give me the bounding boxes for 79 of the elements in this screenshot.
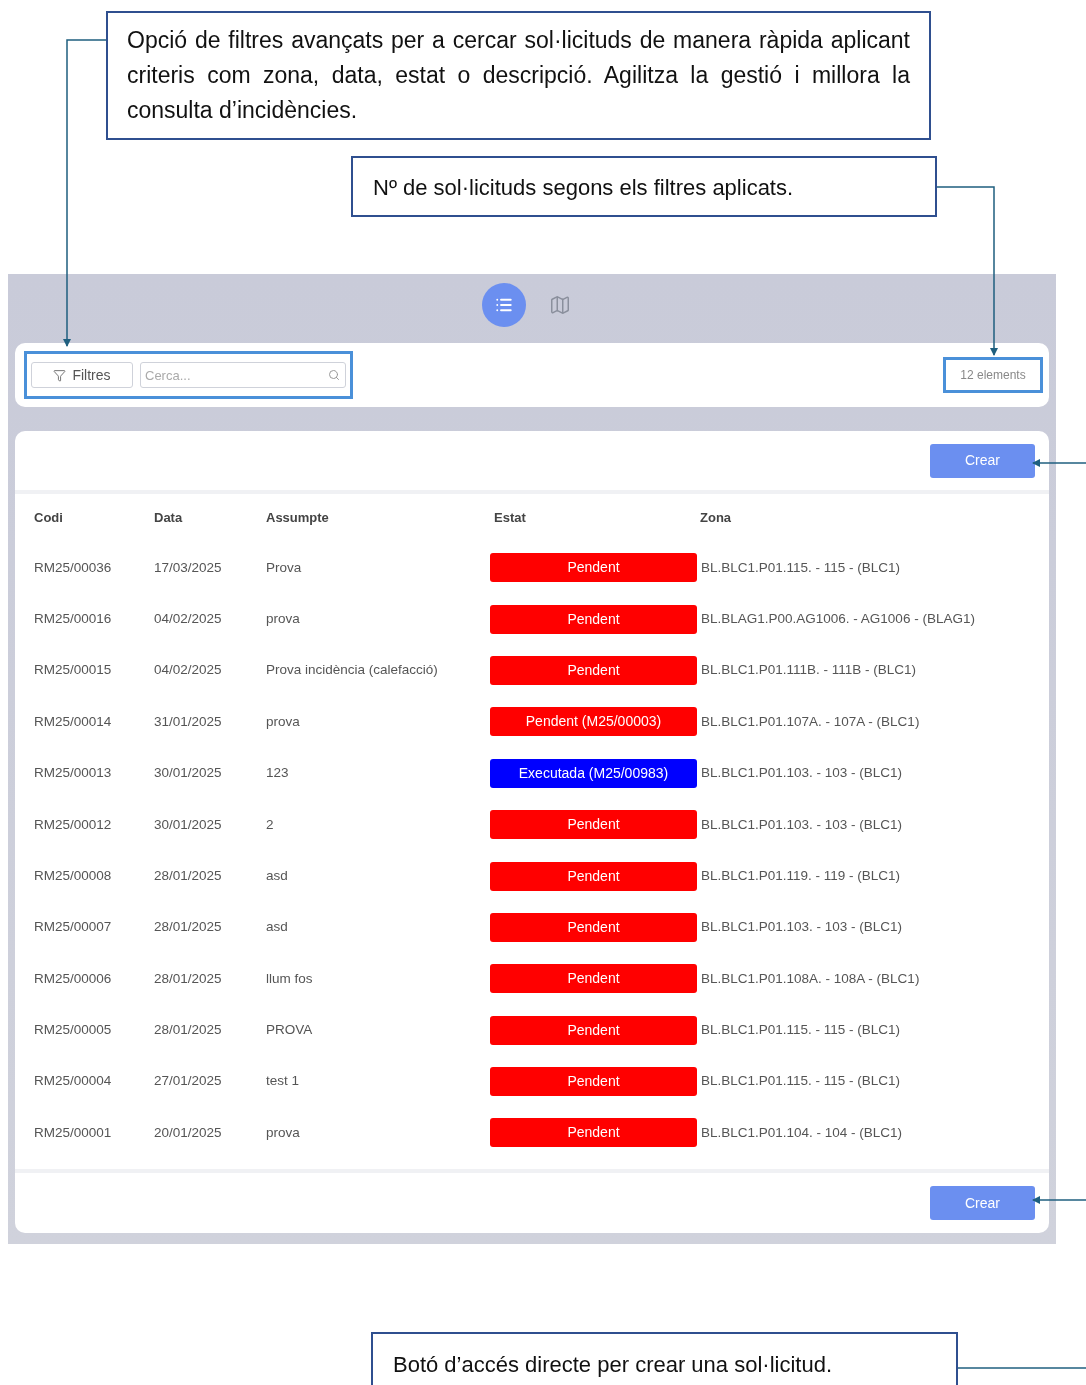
status-badge: Pendent	[490, 861, 697, 891]
table-cell-text: 30/01/2025	[154, 764, 223, 783]
list-view-button[interactable]	[482, 282, 526, 327]
table-cell-text: RM25/00012	[34, 815, 113, 834]
table-cell-text: BL.BLC1.P01.115. - 115 - (BLC1)	[700, 558, 902, 577]
table-cell-text: 04/02/2025	[154, 661, 223, 680]
column-header: Data	[154, 509, 184, 528]
table-cell-text: RM25/00015	[34, 661, 113, 680]
map-icon	[549, 293, 571, 316]
table-cell-text: RM25/00036	[34, 558, 113, 577]
table-cell-text: BL.BLC1.P01.115. - 115 - (BLC1)	[700, 1021, 902, 1040]
create-button[interactable]: Crear	[930, 1186, 1035, 1220]
table-cell-text: BL.BLC1.P01.103. - 103 - (BLC1)	[700, 918, 904, 937]
callout: Opció de filtres avançats per a cercar sol·licituds de manera ràpida aplicant criteris com zona, data, estat o descripció. Agilitza la gestió i millora la consulta d’incidències.	[106, 11, 931, 140]
status-badge: Pendent	[490, 1067, 697, 1097]
table-cell-text: BL.BLC1.P01.115. - 115 - (BLC1)	[700, 1072, 902, 1091]
table-cell-text: 27/01/2025	[154, 1072, 223, 1091]
table-cell-text: llum fos	[266, 969, 314, 988]
table-cell-text: BL.BLAG1.P00.AG1006. - AG1006 - (BLAG1)	[700, 609, 976, 628]
table-cell-text: 04/02/2025	[154, 609, 223, 628]
status-badge: Pendent	[490, 1015, 697, 1045]
table-cell-text: BL.BLC1.P01.103. - 103 - (BLC1)	[700, 764, 904, 783]
column-header: Codi	[34, 509, 64, 528]
search-field[interactable]: Cerca...	[140, 362, 346, 388]
table-cell-text: RM25/00016	[34, 609, 113, 628]
table-cell-text: RM25/00008	[34, 866, 113, 885]
table-cell-text: asd	[266, 866, 289, 885]
filters-button[interactable]: Filtres	[31, 362, 133, 388]
table-cell-text: 28/01/2025	[154, 969, 223, 988]
search-icon	[328, 369, 340, 381]
table-cell-text: Prova incidència (calefacció)	[266, 661, 439, 680]
table-cell-text: 31/01/2025	[154, 712, 223, 731]
create-button[interactable]: Crear	[930, 443, 1035, 478]
callout: Nº de sol·licituds segons els filtres aplicats.	[351, 156, 937, 217]
table-cell-text: BL.BLC1.P01.108A. - 108A - (BLC1)	[700, 969, 921, 988]
table-cell-text: RM25/00001	[34, 1123, 113, 1142]
column-header: Estat	[493, 509, 527, 528]
table-cell-text: RM25/00006	[34, 969, 113, 988]
table-cell-text: prova	[266, 712, 301, 731]
table-cell-text: RM25/00005	[34, 1021, 113, 1040]
table-cell-text: RM25/00007	[34, 918, 113, 937]
table-cell-text: BL.BLC1.P01.104. - 104 - (BLC1)	[700, 1123, 904, 1142]
status-badge: Pendent	[490, 655, 697, 685]
table-cell-text: 20/01/2025	[154, 1123, 223, 1142]
leader-line	[1032, 459, 1086, 467]
status-badge: Pendent	[490, 553, 697, 583]
table-cell-text: 28/01/2025	[154, 918, 223, 937]
table-cell-text: 28/01/2025	[154, 866, 223, 885]
table-cell-text: BL.BLC1.P01.103. - 103 - (BLC1)	[700, 815, 904, 834]
table-cell-text: prova	[266, 1123, 301, 1142]
status-badge: Pendent	[490, 1118, 697, 1148]
table-cell-text: RM25/00004	[34, 1072, 113, 1091]
table-cell-text: asd	[266, 918, 289, 937]
leader-line	[1032, 1196, 1086, 1204]
table-cell-text: RM25/00014	[34, 712, 113, 731]
status-badge: Pendent (M25/00003)	[490, 707, 697, 737]
table-cell-text: RM25/00013	[34, 764, 113, 783]
table-cell-text: 17/03/2025	[154, 558, 223, 577]
status-badge: Executada (M25/00983)	[490, 758, 697, 788]
table-cell-text: 123	[266, 764, 290, 783]
table-cell-text: 28/01/2025	[154, 1021, 223, 1040]
callout: Botó d’accés directe per crear una sol·licitud.	[371, 1332, 958, 1385]
column-header: Zona	[700, 509, 733, 528]
status-badge: Pendent	[490, 604, 697, 634]
table-cell-text: BL.BLC1.P01.119. - 119 - (BLC1)	[700, 866, 902, 885]
table-cell-text: 30/01/2025	[154, 815, 223, 834]
table-cell-text: prova	[266, 609, 301, 628]
table-cell-text: 2	[266, 815, 275, 834]
status-badge: Pendent	[490, 912, 697, 942]
filter-icon	[53, 368, 67, 382]
table-cell-text: BL.BLC1.P01.107A. - 107A - (BLC1)	[700, 712, 921, 731]
table-cell-text: Prova	[266, 558, 303, 577]
table-cell-text: PROVA	[266, 1021, 314, 1040]
column-header: Assumpte	[266, 509, 330, 528]
status-badge: Pendent	[490, 964, 697, 994]
table-cell-text: BL.BLC1.P01.111B. - 111B - (BLC1)	[700, 661, 918, 680]
element-count: 12 elements	[960, 367, 1026, 384]
table-cell-text: test 1	[266, 1072, 301, 1091]
status-badge: Pendent	[490, 810, 697, 840]
